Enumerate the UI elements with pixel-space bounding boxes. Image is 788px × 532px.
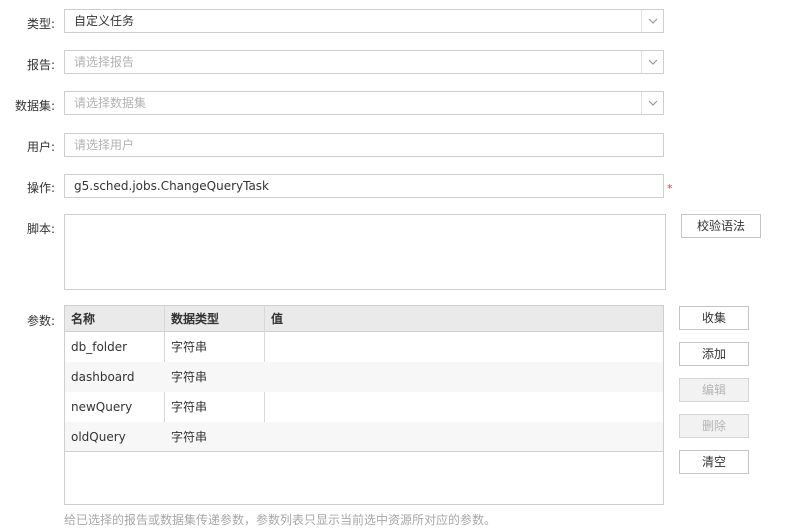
param-name-cell: oldQuery: [71, 430, 126, 444]
param-value-cell[interactable]: [265, 362, 663, 392]
param-value-cell[interactable]: [265, 392, 663, 422]
operation-input-value: g5.sched.jobs.ChangeQueryTask: [74, 179, 270, 193]
param-name-cell: db_folder: [71, 340, 128, 354]
required-mark: *: [667, 182, 673, 195]
dataset-select[interactable]: 请选择数据集: [64, 91, 664, 115]
param-name-cell: newQuery: [71, 400, 133, 414]
param-type-cell: 字符串: [171, 430, 208, 444]
report-select[interactable]: 请选择报告: [64, 50, 664, 74]
chevron-down-icon: [648, 18, 658, 24]
param-name-cell: dashboard: [71, 370, 135, 384]
params-label: 参数:: [26, 314, 55, 328]
params-table: 名称 数据类型 值 db_folder 字符串 dashboard 字符串 ne…: [64, 305, 664, 505]
column-header-type[interactable]: 数据类型: [165, 306, 265, 331]
collect-button[interactable]: 收集: [679, 306, 749, 330]
type-select[interactable]: 自定义任务: [64, 9, 664, 33]
delete-button[interactable]: 删除: [679, 414, 749, 438]
report-select-placeholder: 请选择报告: [74, 55, 135, 69]
table-row[interactable]: db_folder 字符串: [65, 332, 663, 362]
dataset-dropdown-toggle[interactable]: [641, 92, 663, 114]
user-label: 用户:: [26, 140, 55, 154]
param-value-cell[interactable]: [265, 422, 663, 452]
user-input[interactable]: 请选择用户: [64, 133, 664, 157]
param-type-cell: 字符串: [171, 370, 208, 384]
params-hint-text: 给已选择的报告或数据集传递参数，参数列表只显示当前选中资源所对应的参数。: [64, 513, 497, 527]
type-select-value: 自定义任务: [74, 14, 135, 28]
table-row[interactable]: dashboard 字符串: [65, 362, 663, 392]
add-button[interactable]: 添加: [679, 342, 749, 366]
param-value-cell[interactable]: [265, 332, 663, 362]
params-table-header: 名称 数据类型 值: [65, 306, 663, 332]
type-label: 类型:: [26, 17, 55, 31]
param-type-cell: 字符串: [171, 340, 208, 354]
column-header-value[interactable]: 值: [265, 306, 663, 331]
table-row[interactable]: oldQuery 字符串: [65, 422, 663, 452]
table-row[interactable]: newQuery 字符串: [65, 392, 663, 422]
script-textarea[interactable]: [64, 214, 666, 290]
operation-input[interactable]: g5.sched.jobs.ChangeQueryTask: [64, 174, 664, 198]
chevron-down-icon: [648, 59, 658, 65]
script-label: 脚本:: [26, 222, 55, 236]
validate-syntax-button[interactable]: 校验语法: [681, 214, 761, 238]
dataset-select-placeholder: 请选择数据集: [74, 96, 147, 110]
table-body-divider: [65, 451, 663, 452]
report-label: 报告:: [26, 58, 55, 72]
report-dropdown-toggle[interactable]: [641, 51, 663, 73]
edit-button[interactable]: 编辑: [679, 378, 749, 402]
user-input-placeholder: 请选择用户: [74, 138, 135, 152]
clear-button[interactable]: 清空: [679, 450, 749, 474]
param-type-cell: 字符串: [171, 400, 208, 414]
chevron-down-icon: [648, 100, 658, 106]
type-dropdown-toggle[interactable]: [641, 10, 663, 32]
column-header-name[interactable]: 名称: [65, 306, 165, 331]
dataset-label: 数据集:: [14, 99, 55, 113]
operation-label: 操作:: [26, 181, 55, 195]
